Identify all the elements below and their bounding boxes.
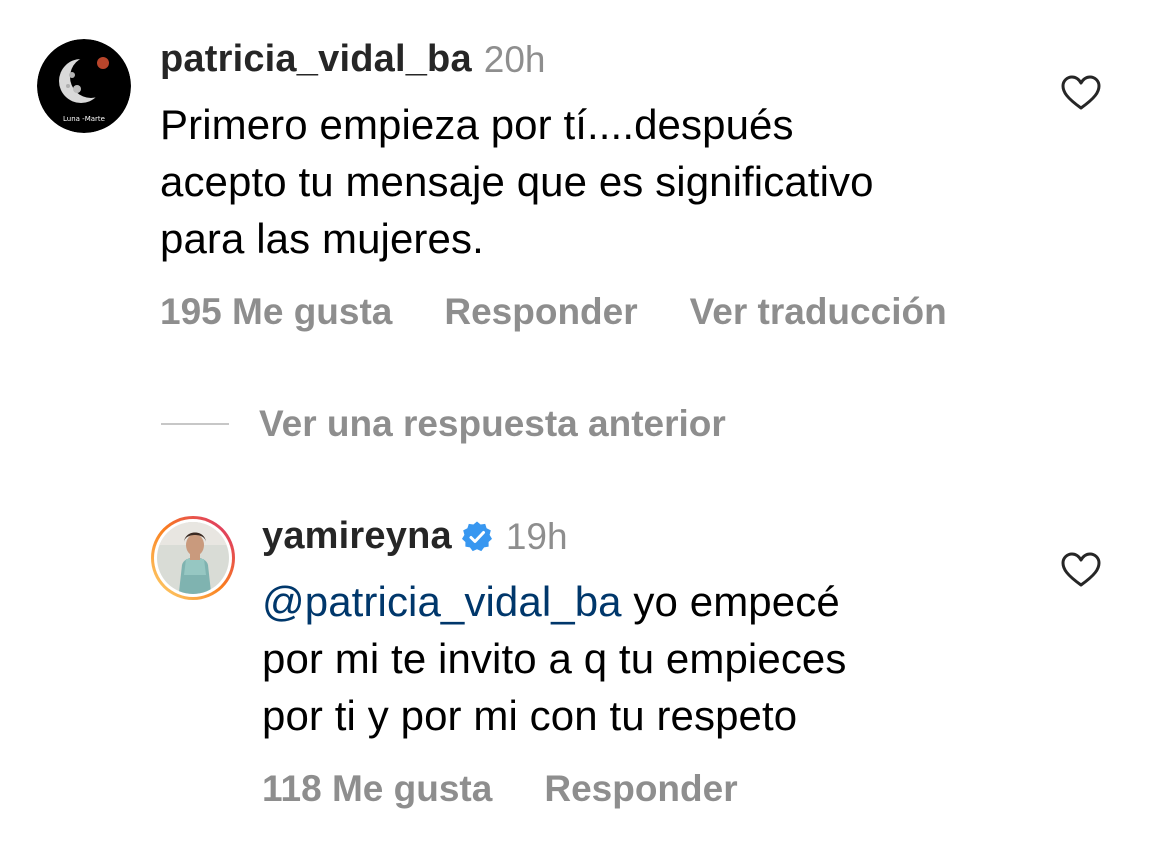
- reply-header: yamireyna 19h: [262, 515, 568, 558]
- mention-link[interactable]: @patricia_vidal_ba: [262, 578, 622, 625]
- comment-actions: 195 Me gusta Responder Ver traducción: [160, 291, 947, 333]
- comment-text-line: acepto tu mensaje que es significativo: [160, 158, 874, 205]
- heart-outline-icon[interactable]: [1061, 75, 1101, 111]
- avatar-caption: Luna -Marte: [63, 115, 105, 123]
- likes-count-button[interactable]: 118 Me gusta: [262, 768, 492, 810]
- reply-button[interactable]: Responder: [444, 291, 637, 333]
- divider-line: [161, 423, 229, 425]
- verified-badge-icon: [461, 521, 492, 551]
- comment-text-line: para las mujeres.: [160, 215, 484, 262]
- avatar[interactable]: [150, 515, 236, 601]
- reply-text-line: por ti y por mi con tu respeto: [262, 692, 798, 739]
- comment-header: patricia_vidal_ba 20h: [160, 38, 546, 81]
- view-previous-reply-button[interactable]: Ver una respuesta anterior: [161, 403, 726, 445]
- reply-text-line: @patricia_vidal_ba yo empecé: [262, 573, 1042, 630]
- timestamp: 20h: [483, 38, 546, 80]
- reply-text-line: por mi te invito a q tu empieces: [262, 635, 847, 682]
- reply-actions: 118 Me gusta Responder: [262, 768, 738, 810]
- reply-button[interactable]: Responder: [544, 768, 737, 810]
- story-ring-avatar-image: [151, 516, 235, 600]
- reply-text: @patricia_vidal_ba yo empecé por mi te i…: [262, 573, 1042, 744]
- comment-text-line: Primero empieza por tí....después: [160, 101, 794, 148]
- likes-count-button[interactable]: 195 Me gusta: [160, 291, 392, 333]
- timestamp: 19h: [505, 515, 568, 557]
- username[interactable]: yamireyna: [262, 515, 452, 558]
- heart-outline-icon[interactable]: [1061, 552, 1101, 588]
- moon-avatar-image: Luna -Marte: [37, 39, 131, 133]
- comment-text: Primero empieza por tí....después acepto…: [160, 96, 1040, 267]
- avatar[interactable]: Luna -Marte: [37, 39, 131, 133]
- view-previous-reply-label: Ver una respuesta anterior: [259, 403, 726, 444]
- reply-text-fragment: yo empecé: [621, 578, 840, 625]
- see-translation-button[interactable]: Ver traducción: [690, 291, 947, 333]
- username[interactable]: patricia_vidal_ba: [160, 38, 472, 81]
